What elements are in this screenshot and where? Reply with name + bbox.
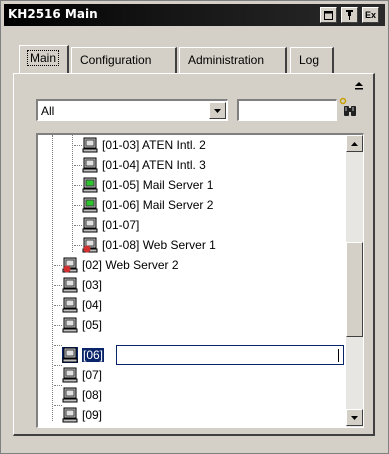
tree-connector [52,135,53,421]
tab-log[interactable]: Log [290,47,334,73]
text-caret [338,349,339,362]
pin-button[interactable] [341,7,358,23]
title-bar[interactable]: KH2516 Main Ex [4,4,385,26]
computer-icon [62,387,78,403]
sort-button[interactable] [354,80,364,91]
tree-connector [54,385,62,386]
computer-icon [62,367,78,383]
computer-icon [82,157,98,173]
tree-node-label: [01-06] Mail Server 2 [102,198,214,212]
chevron-up-icon [351,141,358,146]
tree-node-07[interactable]: [07] [62,366,102,384]
chevron-down-icon [214,108,221,113]
tab-configuration-label: Configuration [80,53,152,67]
computer-icon [82,217,98,233]
tree-node-label: [08] [82,388,103,402]
binoculars-icon [339,97,356,116]
computer-warning-icon [82,237,98,253]
tree-connector [74,145,82,146]
tree-node-label: [01-04] ATEN Intl. 3 [102,158,206,172]
tree-node-01-08[interactable]: [01-08] Web Server 1 [82,236,216,254]
tree-connector [74,185,82,186]
computer-icon [62,347,78,363]
tree-connector [54,305,62,306]
tree-node-label: [02] Web Server 2 [82,258,179,272]
tree-connector [54,325,62,326]
tree-node-label: [01-03] ATEN Intl. 2 [102,138,206,152]
tree-node-01-05[interactable]: [01-05] Mail Server 1 [82,176,213,194]
sort-up-icon [355,82,363,90]
dropdown-button[interactable] [209,102,226,119]
vertical-scrollbar[interactable] [346,135,363,427]
kh2516-main-window: KH2516 Main Ex Main Configuration Admini… [0,0,389,454]
tree-node-label: [09] [82,408,103,422]
tree-node-label: [04] [82,298,103,312]
tree-node-label: [03] [82,278,103,292]
device-tree: [01-03] ATEN Intl. 2 [01-04] ATEN Intl. … [38,135,346,427]
exit-button[interactable]: Ex [362,7,379,23]
computer-online-icon [82,197,98,213]
tab-main[interactable]: Main [19,45,69,74]
tree-node-label: [01-07] [102,218,140,232]
tree-node-label: [07] [82,368,103,382]
tree-node-08[interactable]: [08] [62,386,102,404]
filter-selected-value: All [41,104,55,118]
search-input[interactable] [237,99,337,121]
tree-node-01-07[interactable]: [01-07] [82,216,139,234]
minimize-icon [324,10,333,20]
tree-node-label: [05] [82,318,103,332]
computer-icon [62,297,78,313]
tab-administration[interactable]: Administration [179,47,287,73]
tree-connector [54,285,62,286]
computer-icon [62,317,78,333]
tree-connector [74,165,82,166]
tree-node-01-06[interactable]: [01-06] Mail Server 2 [82,196,213,214]
tree-connector [54,405,62,406]
tree-connector [54,345,62,346]
tab-administration-label: Administration [188,53,265,67]
tree-node-label: [06] [82,348,105,362]
tree-connector [54,365,62,366]
tree-connector [74,225,82,226]
computer-warning-icon [62,257,78,273]
computer-online-icon [82,177,98,193]
scroll-down-button[interactable] [346,409,363,426]
tree-node-label: [01-08] Web Server 1 [102,238,216,252]
tree-node-09[interactable]: [09] [62,406,102,424]
tree-connector [72,135,73,252]
tree-node-01-03[interactable]: [01-03] ATEN Intl. 2 [82,136,206,154]
tab-main-label: Main [26,50,60,66]
tree-node-label: [01-05] Mail Server 1 [102,178,214,192]
tree-node-03[interactable]: [03] [62,276,102,294]
pin-icon [346,10,353,20]
window-title: KH2516 Main [8,7,98,21]
exit-label: Ex [364,10,376,20]
scrollbar-thumb[interactable] [346,242,363,337]
rename-input[interactable] [116,345,344,365]
device-tree-view[interactable]: [01-03] ATEN Intl. 2 [01-04] ATEN Intl. … [36,133,364,428]
computer-icon [82,137,98,153]
tab-configuration[interactable]: Configuration [71,47,177,73]
tree-connector [54,265,62,266]
computer-icon [62,407,78,423]
find-button[interactable] [339,97,361,121]
minimize-button[interactable] [320,7,337,23]
tree-node-04[interactable]: [04] [62,296,102,314]
tree-connector [74,205,82,206]
chevron-down-icon [351,415,358,420]
tree-node-01-04[interactable]: [01-04] ATEN Intl. 3 [82,156,206,174]
tree-connector [74,245,82,246]
scroll-up-button[interactable] [346,135,363,152]
computer-icon [62,277,78,293]
tab-log-label: Log [299,53,320,67]
filter-dropdown[interactable]: All [36,99,228,121]
tree-node-06-selected[interactable]: [06] [62,346,105,364]
tree-node-05[interactable]: [05] [62,316,102,334]
tree-node-02[interactable]: [02] Web Server 2 [62,256,179,274]
